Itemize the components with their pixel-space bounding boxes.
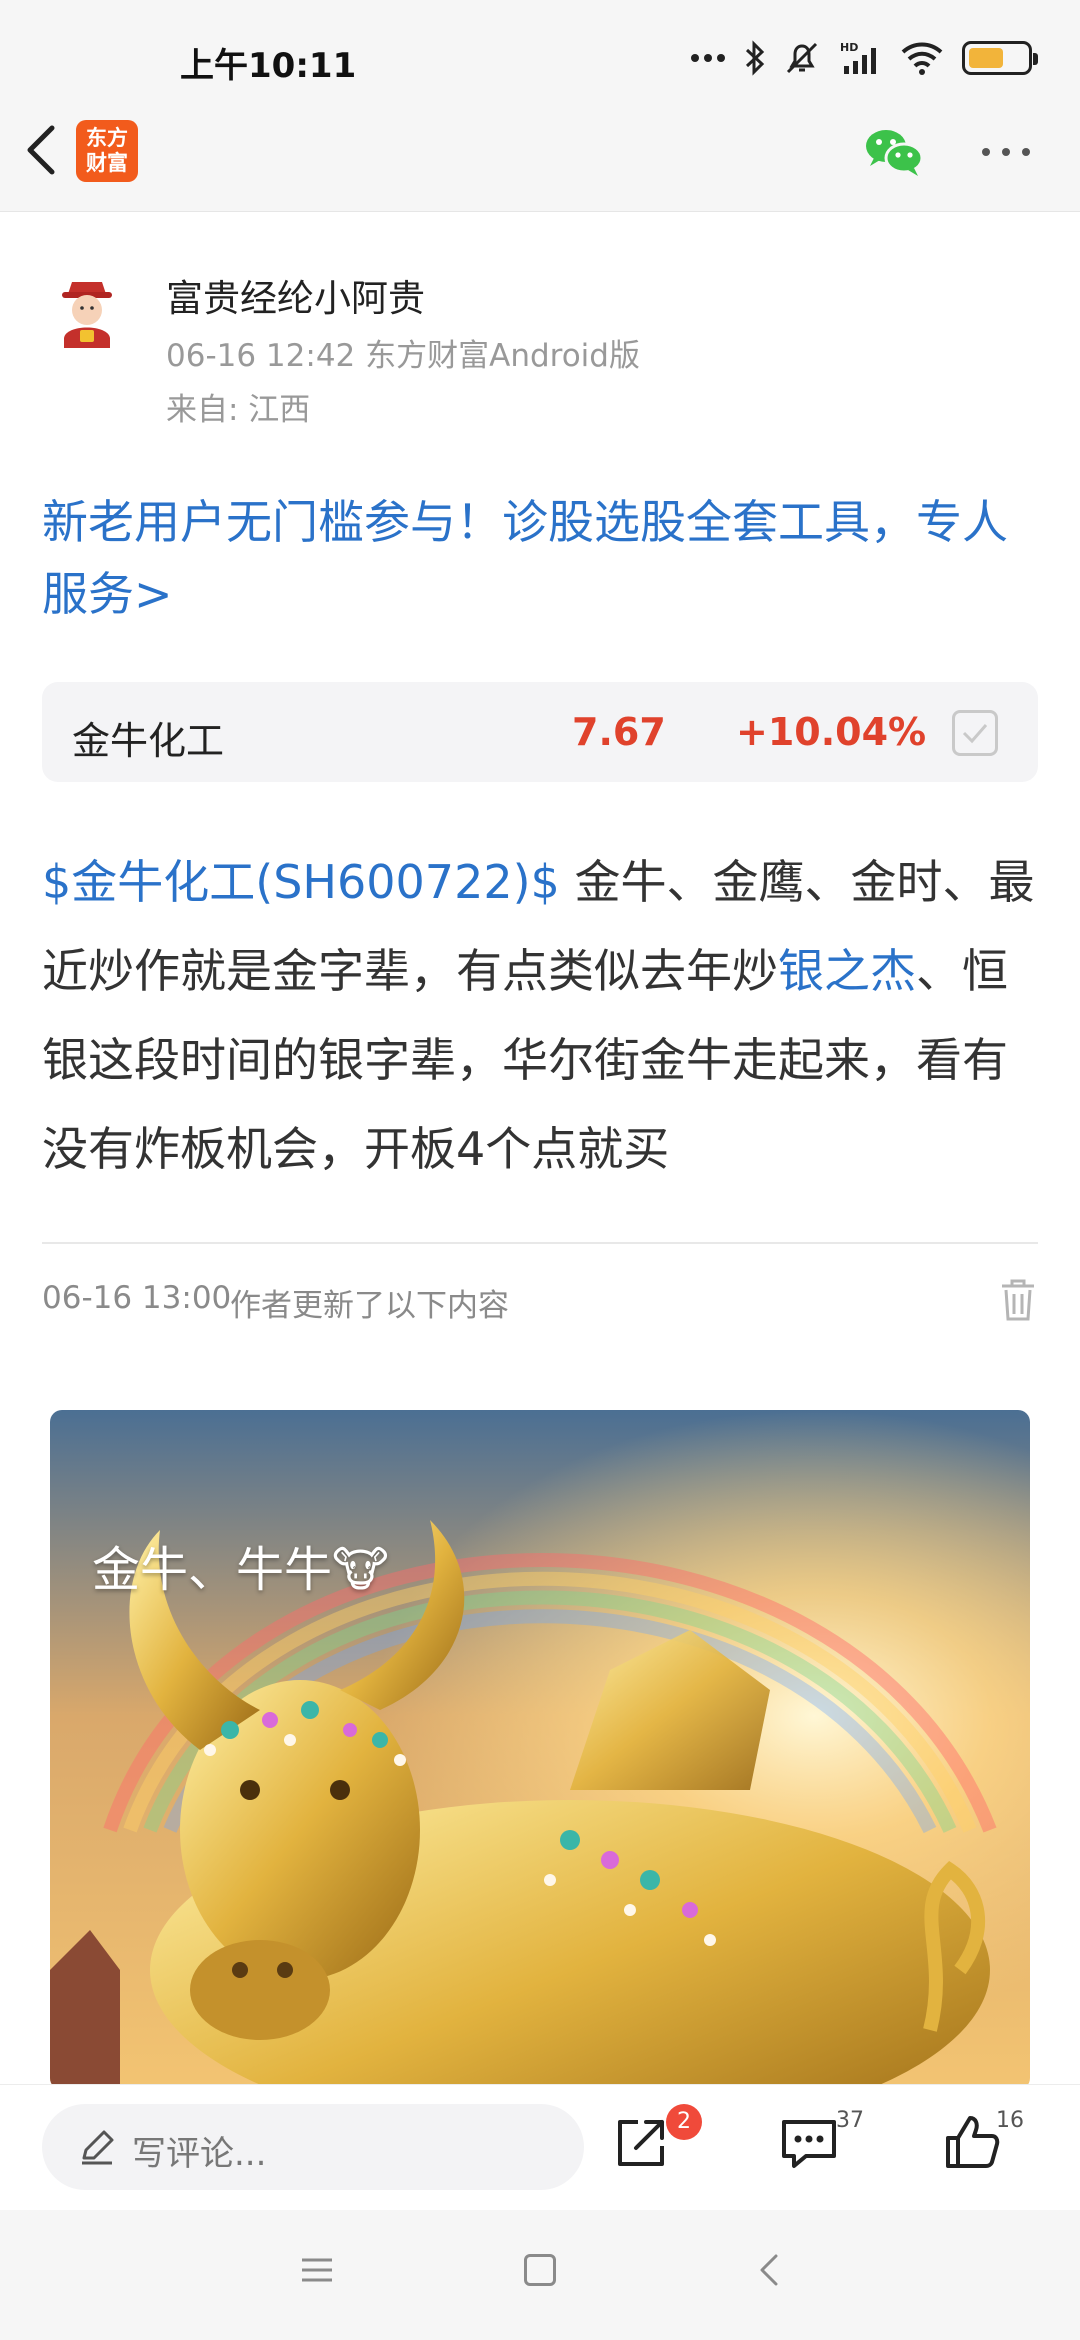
divider xyxy=(42,1242,1038,1244)
image-caption: 金牛、牛牛🐮 xyxy=(92,1542,389,1598)
like-icon[interactable] xyxy=(942,2112,1002,2172)
stock-price: 7.67 xyxy=(572,710,666,754)
post-location: 来自: 江西 xyxy=(166,392,311,428)
more-icon[interactable] xyxy=(980,140,1032,164)
back-icon[interactable] xyxy=(756,2252,780,2288)
share-icon[interactable] xyxy=(612,2112,672,2172)
post-image[interactable] xyxy=(50,1410,1030,2090)
signal-hd-icon: HD xyxy=(840,41,876,74)
app-logo[interactable]: 东方 财富 xyxy=(76,120,138,182)
update-note: 作者更新了以下内容 xyxy=(230,1288,509,1324)
pen-icon xyxy=(82,2130,114,2165)
stock-card[interactable]: 金牛化工 7.67 +10.04% xyxy=(42,682,1038,782)
wechat-icon[interactable] xyxy=(862,124,926,180)
update-time: 06-16 13:00 xyxy=(42,1280,232,1316)
stock-tag-link[interactable]: $金牛化工(SH600722)$ xyxy=(42,855,560,909)
comment-count: 37 xyxy=(836,2108,864,2133)
logo-text-line2: 财富 xyxy=(86,151,128,175)
status-time: 上午10:11 xyxy=(180,46,357,86)
like-count: 16 xyxy=(996,2108,1024,2133)
status-icons: HD xyxy=(690,36,1038,80)
avatar[interactable] xyxy=(42,268,132,358)
battery-icon xyxy=(962,41,1038,75)
comment-placeholder[interactable]: 写评论... xyxy=(132,2126,266,2175)
more-dots-icon xyxy=(691,54,725,62)
bluetooth-icon xyxy=(745,40,765,76)
mute-bell-icon xyxy=(786,42,818,74)
author-name[interactable]: 富贵经纶小阿贵 xyxy=(166,268,425,322)
back-arrow-icon[interactable] xyxy=(20,118,60,182)
add-watchlist-icon[interactable] xyxy=(952,710,998,756)
trash-icon[interactable] xyxy=(998,1278,1038,1322)
svg-text:HD: HD xyxy=(840,41,858,54)
post-body: $金牛化工(SH600722)$ 金牛、金鹰、金时、最近炒作就是金字辈，有点类似… xyxy=(42,838,1042,1194)
wifi-icon xyxy=(901,42,943,75)
comment-icon[interactable] xyxy=(778,2116,840,2172)
promo-link[interactable]: 新老用户无门槛参与！诊股选股全套工具，专人服务> xyxy=(42,486,1042,630)
share-count-badge: 2 xyxy=(666,2104,702,2140)
stock-change: +10.04% xyxy=(736,710,927,754)
stock-name: 金牛化工 xyxy=(72,719,225,763)
stock-link-yinzhijie[interactable]: 银之杰 xyxy=(778,944,916,998)
home-icon[interactable] xyxy=(524,2254,556,2286)
logo-text-line1: 东方 xyxy=(86,126,128,150)
comment-input[interactable] xyxy=(42,2104,584,2190)
menu-icon[interactable] xyxy=(300,2256,334,2284)
post-meta: 06-16 12:42 东方财富Android版 xyxy=(166,338,640,374)
